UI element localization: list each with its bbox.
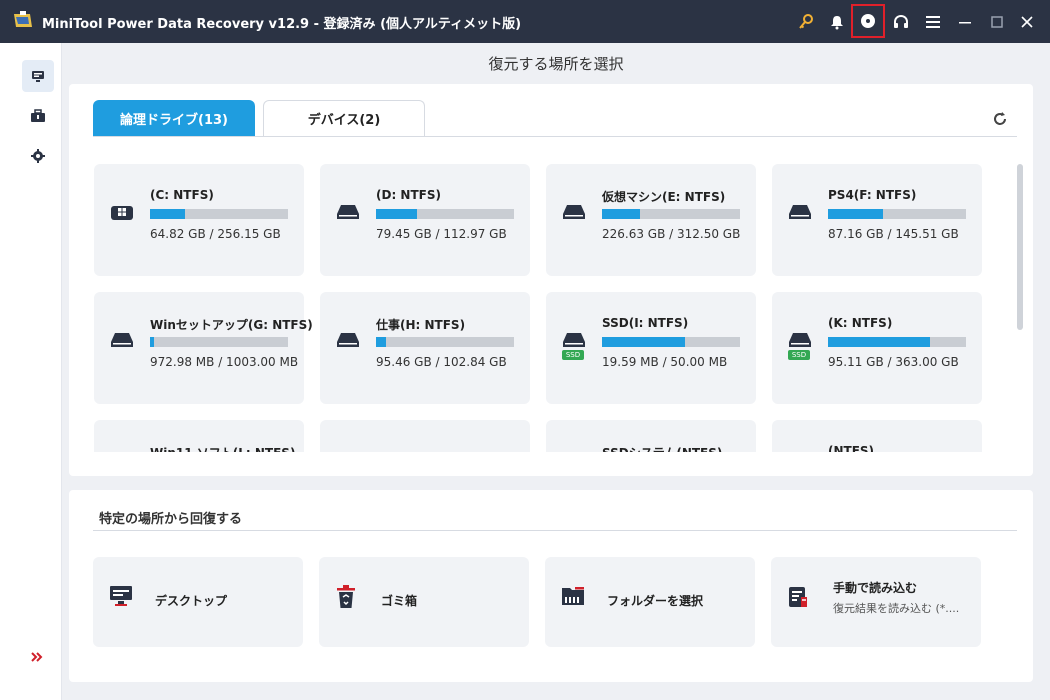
folder-icon bbox=[561, 585, 585, 609]
tab-divider bbox=[93, 136, 1017, 137]
drive-panel: 論理ドライブ(13) デバイス(2) (C: NTFS) 64.82 GB / 2… bbox=[69, 84, 1033, 476]
drive-name: (NTFS) bbox=[828, 444, 875, 452]
close-icon[interactable] bbox=[1013, 8, 1041, 36]
drive-usage-fill bbox=[828, 209, 884, 219]
drive-card[interactable]: SSDシステム(NTFS) bbox=[546, 420, 756, 452]
drive-usage-bar bbox=[602, 209, 740, 219]
drive-usage-fill bbox=[602, 337, 685, 347]
ssd-badge: SSD bbox=[788, 350, 810, 360]
drive-usage-fill bbox=[150, 337, 155, 347]
drive-name: 仕事(H: NTFS) bbox=[376, 318, 466, 332]
drive-card[interactable]: (NTFS) bbox=[772, 420, 982, 452]
drive-size: 972.98 MB / 1003.00 MB bbox=[150, 355, 299, 369]
hard-drive-icon bbox=[336, 202, 360, 226]
app-logo-icon bbox=[14, 11, 32, 27]
location-label: デスクトップ bbox=[155, 594, 228, 608]
toolbox-icon bbox=[31, 109, 45, 122]
drive-usage-bar bbox=[150, 209, 288, 219]
desktop-icon bbox=[109, 585, 133, 609]
drive-name: 仮想マシン(E: NTFS) bbox=[602, 190, 726, 204]
drive-list-scrollbar[interactable] bbox=[1017, 164, 1023, 330]
page-title: 復元する場所を選択 bbox=[62, 43, 1050, 83]
drive-usage-bar bbox=[150, 337, 288, 347]
drive-size: 79.45 GB / 112.97 GB bbox=[376, 227, 507, 241]
drive-card[interactable] bbox=[320, 420, 530, 452]
drive-usage-fill bbox=[150, 209, 185, 219]
drive-name: (K: NTFS) bbox=[828, 316, 893, 330]
refresh-icon bbox=[994, 112, 1006, 125]
location-card[interactable]: デスクトップ bbox=[93, 557, 303, 647]
windows-drive-icon bbox=[110, 202, 134, 226]
disc-icon[interactable] bbox=[851, 4, 885, 38]
drive-card[interactable]: 仮想マシン(E: NTFS) 226.63 GB / 312.50 GB bbox=[546, 164, 756, 276]
drive-size: 95.11 GB / 363.00 GB bbox=[828, 355, 959, 369]
sidebar-item-recovery[interactable] bbox=[22, 60, 54, 92]
drive-size: 226.63 GB / 312.50 GB bbox=[602, 227, 741, 241]
drive-card[interactable]: PS4(F: NTFS) 87.16 GB / 145.51 GB bbox=[772, 164, 982, 276]
drive-usage-fill bbox=[602, 209, 640, 219]
drive-usage-bar bbox=[828, 337, 966, 347]
tab-devices[interactable]: デバイス(2) bbox=[263, 100, 425, 136]
minimize-icon[interactable] bbox=[951, 8, 979, 36]
computer-icon bbox=[32, 70, 44, 82]
key-icon[interactable] bbox=[792, 8, 820, 36]
section-divider bbox=[93, 530, 1017, 531]
menu-icon[interactable] bbox=[919, 8, 947, 36]
drive-usage-bar bbox=[602, 337, 740, 347]
drive-card[interactable]: SSD SSD(I: NTFS) 19.59 MB / 50.00 MB bbox=[546, 292, 756, 404]
drive-usage-bar bbox=[828, 209, 966, 219]
drive-name: PS4(F: NTFS) bbox=[828, 188, 917, 202]
location-sublabel: 復元結果を読み込む (*.... bbox=[833, 602, 960, 615]
drive-usage-fill bbox=[376, 209, 417, 219]
location-card[interactable]: 手動で読み込む復元結果を読み込む (*.... bbox=[771, 557, 981, 647]
drive-card[interactable]: Win11 ソフト(L: NTFS) bbox=[94, 420, 304, 452]
sidebar-item-toolbox[interactable] bbox=[22, 100, 54, 132]
drive-size: 87.16 GB / 145.51 GB bbox=[828, 227, 959, 241]
drive-size: 19.59 MB / 50.00 MB bbox=[602, 355, 728, 369]
location-label: フォルダーを選択 bbox=[607, 594, 704, 608]
drive-name: SSD(I: NTFS) bbox=[602, 316, 689, 330]
drive-usage-bar bbox=[376, 337, 514, 347]
drive-name: (C: NTFS) bbox=[150, 188, 214, 202]
drive-card[interactable]: 仕事(H: NTFS) 95.46 GB / 102.84 GB bbox=[320, 292, 530, 404]
drive-name: Winセットアップ(G: NTFS) bbox=[150, 318, 313, 332]
hard-drive-icon bbox=[788, 202, 812, 226]
drive-name: (D: NTFS) bbox=[376, 188, 441, 202]
drive-size: 95.46 GB / 102.84 GB bbox=[376, 355, 507, 369]
drive-usage-fill bbox=[828, 337, 931, 347]
hard-drive-icon bbox=[336, 330, 360, 354]
bell-icon[interactable] bbox=[823, 8, 851, 36]
location-label: ゴミ箱 bbox=[381, 594, 418, 608]
drive-card[interactable]: Winセットアップ(G: NTFS) 972.98 MB / 1003.00 MB bbox=[94, 292, 313, 404]
chevron-double-right-icon[interactable] bbox=[30, 650, 46, 664]
drive-name: Win11 ソフト(L: NTFS) bbox=[150, 444, 295, 452]
drive-size: 64.82 GB / 256.15 GB bbox=[150, 227, 281, 241]
left-sidebar bbox=[0, 43, 62, 700]
maximize-icon[interactable] bbox=[983, 8, 1011, 36]
gear-icon bbox=[31, 149, 45, 163]
section-title: 特定の場所から回復する bbox=[99, 512, 243, 527]
drive-card[interactable]: (C: NTFS) 64.82 GB / 256.15 GB bbox=[94, 164, 304, 276]
sidebar-item-settings[interactable] bbox=[22, 140, 54, 172]
location-card[interactable]: フォルダーを選択 bbox=[545, 557, 755, 647]
hard-drive-icon bbox=[562, 202, 586, 226]
drive-card[interactable]: (D: NTFS) 79.45 GB / 112.97 GB bbox=[320, 164, 530, 276]
title-bar: MiniTool Power Data Recovery v12.9 - 登録済… bbox=[0, 0, 1050, 43]
window-title: MiniTool Power Data Recovery v12.9 - 登録済… bbox=[42, 17, 522, 32]
drive-grid: (C: NTFS) 64.82 GB / 256.15 GB (D: NTFS) 79… bbox=[69, 150, 1017, 452]
hard-drive-icon bbox=[110, 330, 134, 354]
refresh-button[interactable] bbox=[989, 108, 1011, 130]
specific-location-panel: 特定の場所から回復する デスクトップ ゴミ箱 フォルダーを選択 手動で読み込む復元結果… bbox=[69, 490, 1033, 682]
location-label: 手動で読み込む bbox=[833, 581, 918, 595]
ssd-badge: SSD bbox=[562, 350, 584, 360]
location-card[interactable]: ゴミ箱 bbox=[319, 557, 529, 647]
drive-card[interactable]: SSD (K: NTFS) 95.11 GB / 363.00 GB bbox=[772, 292, 982, 404]
drive-name: SSDシステム(NTFS) bbox=[602, 444, 722, 452]
recycle-bin-icon bbox=[335, 585, 359, 609]
headset-icon[interactable] bbox=[887, 8, 915, 36]
tab-logical-drives[interactable]: 論理ドライブ(13) bbox=[93, 100, 255, 136]
drive-usage-fill bbox=[376, 337, 386, 347]
load-file-icon bbox=[787, 585, 811, 609]
drive-usage-bar bbox=[376, 209, 514, 219]
